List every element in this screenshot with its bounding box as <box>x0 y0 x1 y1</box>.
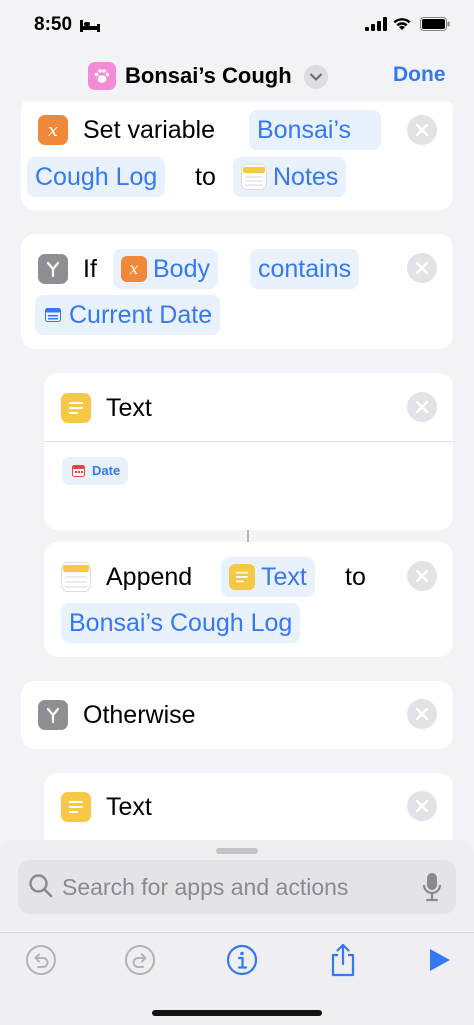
redo-button[interactable] <box>122 942 158 978</box>
cellular-signal-icon <box>365 17 387 31</box>
close-icon <box>416 800 428 812</box>
info-icon <box>226 944 258 976</box>
text-icon <box>229 564 255 590</box>
close-icon <box>416 262 428 274</box>
done-button[interactable]: Done <box>393 63 446 87</box>
redo-icon <box>125 945 155 975</box>
wifi-icon <box>393 18 411 30</box>
append-label: Append <box>106 563 193 591</box>
divider <box>44 441 453 442</box>
body-label: Body <box>153 255 210 283</box>
action-search-sheet: Search for apps and actions <box>0 840 474 1025</box>
remove-action-button[interactable] <box>407 392 437 422</box>
if-label: If <box>83 255 97 283</box>
undo-icon <box>26 945 56 975</box>
status-bar: 8:50 <box>0 0 474 52</box>
condition-token[interactable]: contains <box>250 249 360 289</box>
status-time: 8:50 <box>34 14 73 35</box>
to-label: to <box>345 563 366 591</box>
sheet-grabber[interactable] <box>216 848 258 854</box>
remove-action-button[interactable] <box>407 253 437 283</box>
shortcut-title[interactable]: Bonsai’s Cough <box>125 63 292 89</box>
variable-name-line2: Cough Log <box>35 163 158 191</box>
text-action[interactable]: Text Date <box>44 373 453 530</box>
home-indicator <box>152 1010 322 1016</box>
variable-icon: x <box>121 256 147 282</box>
calendar-icon <box>43 305 63 325</box>
text-input-label: Text <box>261 563 307 591</box>
target-log-token[interactable]: Bonsai’s Cough Log <box>61 603 301 643</box>
chevron-down-icon <box>310 73 322 81</box>
if-icon <box>38 700 68 730</box>
text-label: Text <box>106 793 152 821</box>
remove-action-button[interactable] <box>407 791 437 821</box>
search-placeholder: Search for apps and actions <box>62 874 349 900</box>
remove-action-button[interactable] <box>407 561 437 591</box>
run-button[interactable] <box>421 942 457 978</box>
otherwise-action[interactable]: Otherwise <box>21 681 453 749</box>
close-icon <box>416 708 428 720</box>
variable-name-token[interactable]: Bonsai’s <box>249 110 382 150</box>
current-date-token[interactable]: Current Date <box>35 295 221 335</box>
battery-icon <box>420 17 450 31</box>
date-label: Date <box>92 463 121 478</box>
text-icon <box>61 792 91 822</box>
title-menu-button[interactable] <box>304 65 328 89</box>
set-variable-action[interactable]: x Set variable Bonsai’s Cough Log to Not… <box>21 96 453 210</box>
to-label: to <box>195 163 216 191</box>
calendar-icon <box>70 463 86 479</box>
text-input-token[interactable]: Text <box>221 557 315 597</box>
close-icon <box>416 124 428 136</box>
variable-icon: x <box>38 115 68 145</box>
notes-icon <box>61 562 91 592</box>
close-icon <box>416 570 428 582</box>
navigation-bar: Bonsai’s Cough Done <box>0 52 474 102</box>
condition-label: contains <box>258 255 352 283</box>
mic-icon[interactable] <box>422 872 442 902</box>
if-icon <box>38 254 68 284</box>
otherwise-label: Otherwise <box>83 701 196 729</box>
shortcut-icon[interactable] <box>88 62 116 90</box>
text-label: Text <box>106 394 152 422</box>
variable-name-line1: Bonsai’s <box>257 116 352 144</box>
share-button[interactable] <box>325 942 361 978</box>
sleep-focus-icon <box>80 20 100 32</box>
search-input[interactable]: Search for apps and actions <box>18 860 456 914</box>
paw-icon <box>94 69 110 83</box>
if-action[interactable]: If x Body contains Current Date <box>21 234 453 349</box>
undo-button[interactable] <box>23 942 59 978</box>
close-icon <box>416 401 428 413</box>
text-icon <box>61 393 91 423</box>
notes-token[interactable]: Notes <box>233 157 347 197</box>
play-icon <box>430 949 450 971</box>
search-icon <box>29 874 53 898</box>
variable-name-token-continued[interactable]: Cough Log <box>27 157 166 197</box>
flow-connector <box>247 530 249 542</box>
notes-icon <box>241 164 267 190</box>
info-button[interactable] <box>224 942 260 978</box>
toolbar-divider <box>0 932 474 933</box>
set-variable-label: Set variable <box>83 116 216 144</box>
share-icon <box>331 943 355 977</box>
remove-action-button[interactable] <box>407 115 437 145</box>
current-date-label: Current Date <box>69 301 213 329</box>
append-action[interactable]: Append Text to Bonsai’s Cough Log <box>44 542 453 657</box>
target-log-label: Bonsai’s Cough Log <box>69 609 293 637</box>
body-token[interactable]: x Body <box>113 249 218 289</box>
date-token[interactable]: Date <box>62 457 129 485</box>
notes-label: Notes <box>273 163 339 191</box>
remove-action-button[interactable] <box>407 699 437 729</box>
